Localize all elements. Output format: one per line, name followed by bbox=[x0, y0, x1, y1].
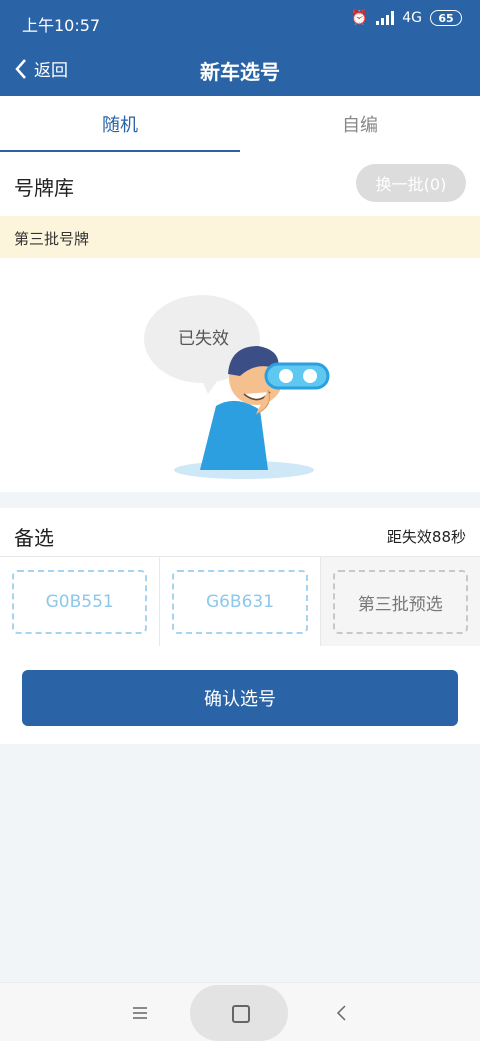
expired-text: 已失效 bbox=[178, 329, 229, 349]
backup-title: 备选 bbox=[14, 526, 54, 550]
tab-label: 自编 bbox=[342, 115, 378, 136]
expired-illustration: 已失效 bbox=[140, 294, 340, 484]
binoculars-person-illustration bbox=[144, 295, 330, 479]
tab-label: 随机 bbox=[102, 115, 138, 136]
system-nav-bar bbox=[0, 982, 480, 1041]
swap-batch-button[interactable]: 换一批(0) bbox=[356, 164, 466, 202]
backup-plate-list: G0B551 G6B631 第三批预选 bbox=[0, 556, 480, 648]
plate-option[interactable]: G0B551 bbox=[12, 570, 148, 634]
confirm-area: 确认选号 bbox=[0, 646, 480, 744]
backup-section: 备选 距失效88秒 G0B551 G6B631 第三批预选 bbox=[0, 508, 480, 648]
tab-custom[interactable]: 自编 bbox=[240, 96, 480, 152]
network-label: 4G bbox=[402, 10, 422, 26]
status-bar: 上午10:57 ⏰ 4G 65 bbox=[0, 0, 480, 44]
confirm-button[interactable]: 确认选号 bbox=[22, 670, 458, 726]
page-title: 新车选号 bbox=[200, 60, 280, 84]
tab-bar: 随机 自编 bbox=[0, 96, 480, 153]
backup-cell: G0B551 bbox=[0, 557, 161, 647]
batch-banner: 第三批号牌 bbox=[0, 216, 480, 258]
backup-cell: 第三批预选 bbox=[320, 557, 480, 647]
expiry-countdown: 距失效88秒 bbox=[386, 528, 466, 546]
status-time: 上午10:57 bbox=[22, 16, 101, 35]
menu-icon[interactable] bbox=[130, 1003, 150, 1023]
back-nav-icon[interactable] bbox=[332, 1003, 352, 1023]
pool-title: 号牌库 bbox=[14, 176, 74, 200]
plate-pool-section: 号牌库 换一批(0) 第三批号牌 已失效 bbox=[0, 152, 480, 492]
home-icon bbox=[232, 1005, 250, 1023]
battery-icon: 65 bbox=[430, 10, 462, 26]
alarm-icon: ⏰ bbox=[350, 10, 369, 26]
tab-random[interactable]: 随机 bbox=[0, 96, 240, 153]
plate-option[interactable]: G6B631 bbox=[172, 570, 308, 634]
signal-icon bbox=[376, 11, 395, 25]
nav-bar: 返回 新车选号 bbox=[0, 44, 480, 96]
backup-cell: G6B631 bbox=[160, 557, 321, 647]
preselect-placeholder[interactable]: 第三批预选 bbox=[332, 570, 468, 634]
status-icons: ⏰ 4G 65 bbox=[351, 10, 462, 26]
app-header: 上午10:57 ⏰ 4G 65 返回 新车选号 bbox=[0, 0, 480, 96]
batch-label: 第三批号牌 bbox=[14, 230, 90, 248]
